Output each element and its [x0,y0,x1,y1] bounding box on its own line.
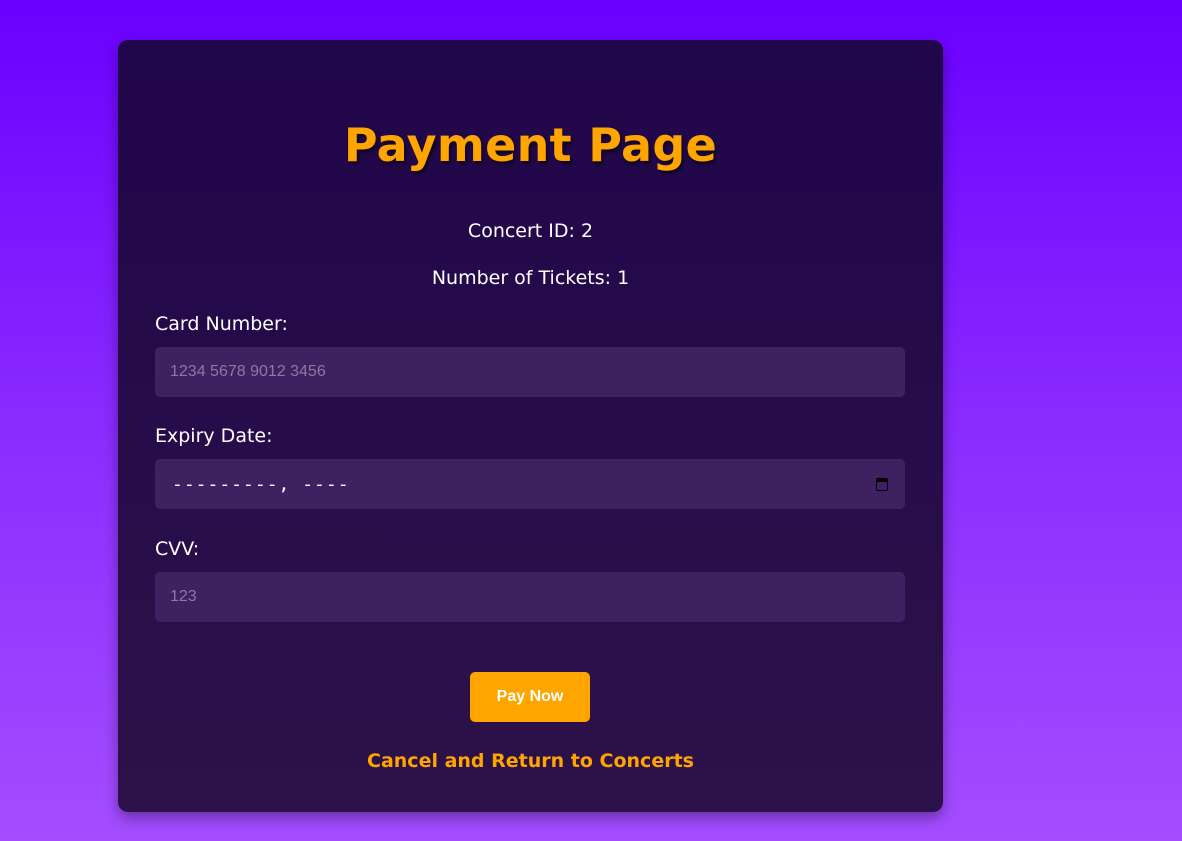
concert-id-text: Concert ID: 2 [467,220,594,242]
page-title: Payment Page [343,118,718,172]
pay-now-button[interactable]: Pay Now [470,672,590,722]
expiry-date-value: ---------, ---- [172,473,350,495]
expiry-date-input[interactable]: ---------, ---- [155,459,905,509]
payment-card: Payment Page Concert ID: 2 Number of Tic… [118,40,943,812]
card-number-label: Card Number: [155,313,288,335]
cancel-return-link[interactable]: Cancel and Return to Concerts [118,750,943,772]
cvv-label: CVV: [155,538,200,560]
calendar-icon[interactable] [876,477,888,491]
expiry-date-label: Expiry Date: [155,425,273,447]
card-number-input[interactable] [155,347,905,397]
ticket-count-text: Number of Tickets: 1 [431,267,630,289]
cvv-input[interactable] [155,572,905,622]
